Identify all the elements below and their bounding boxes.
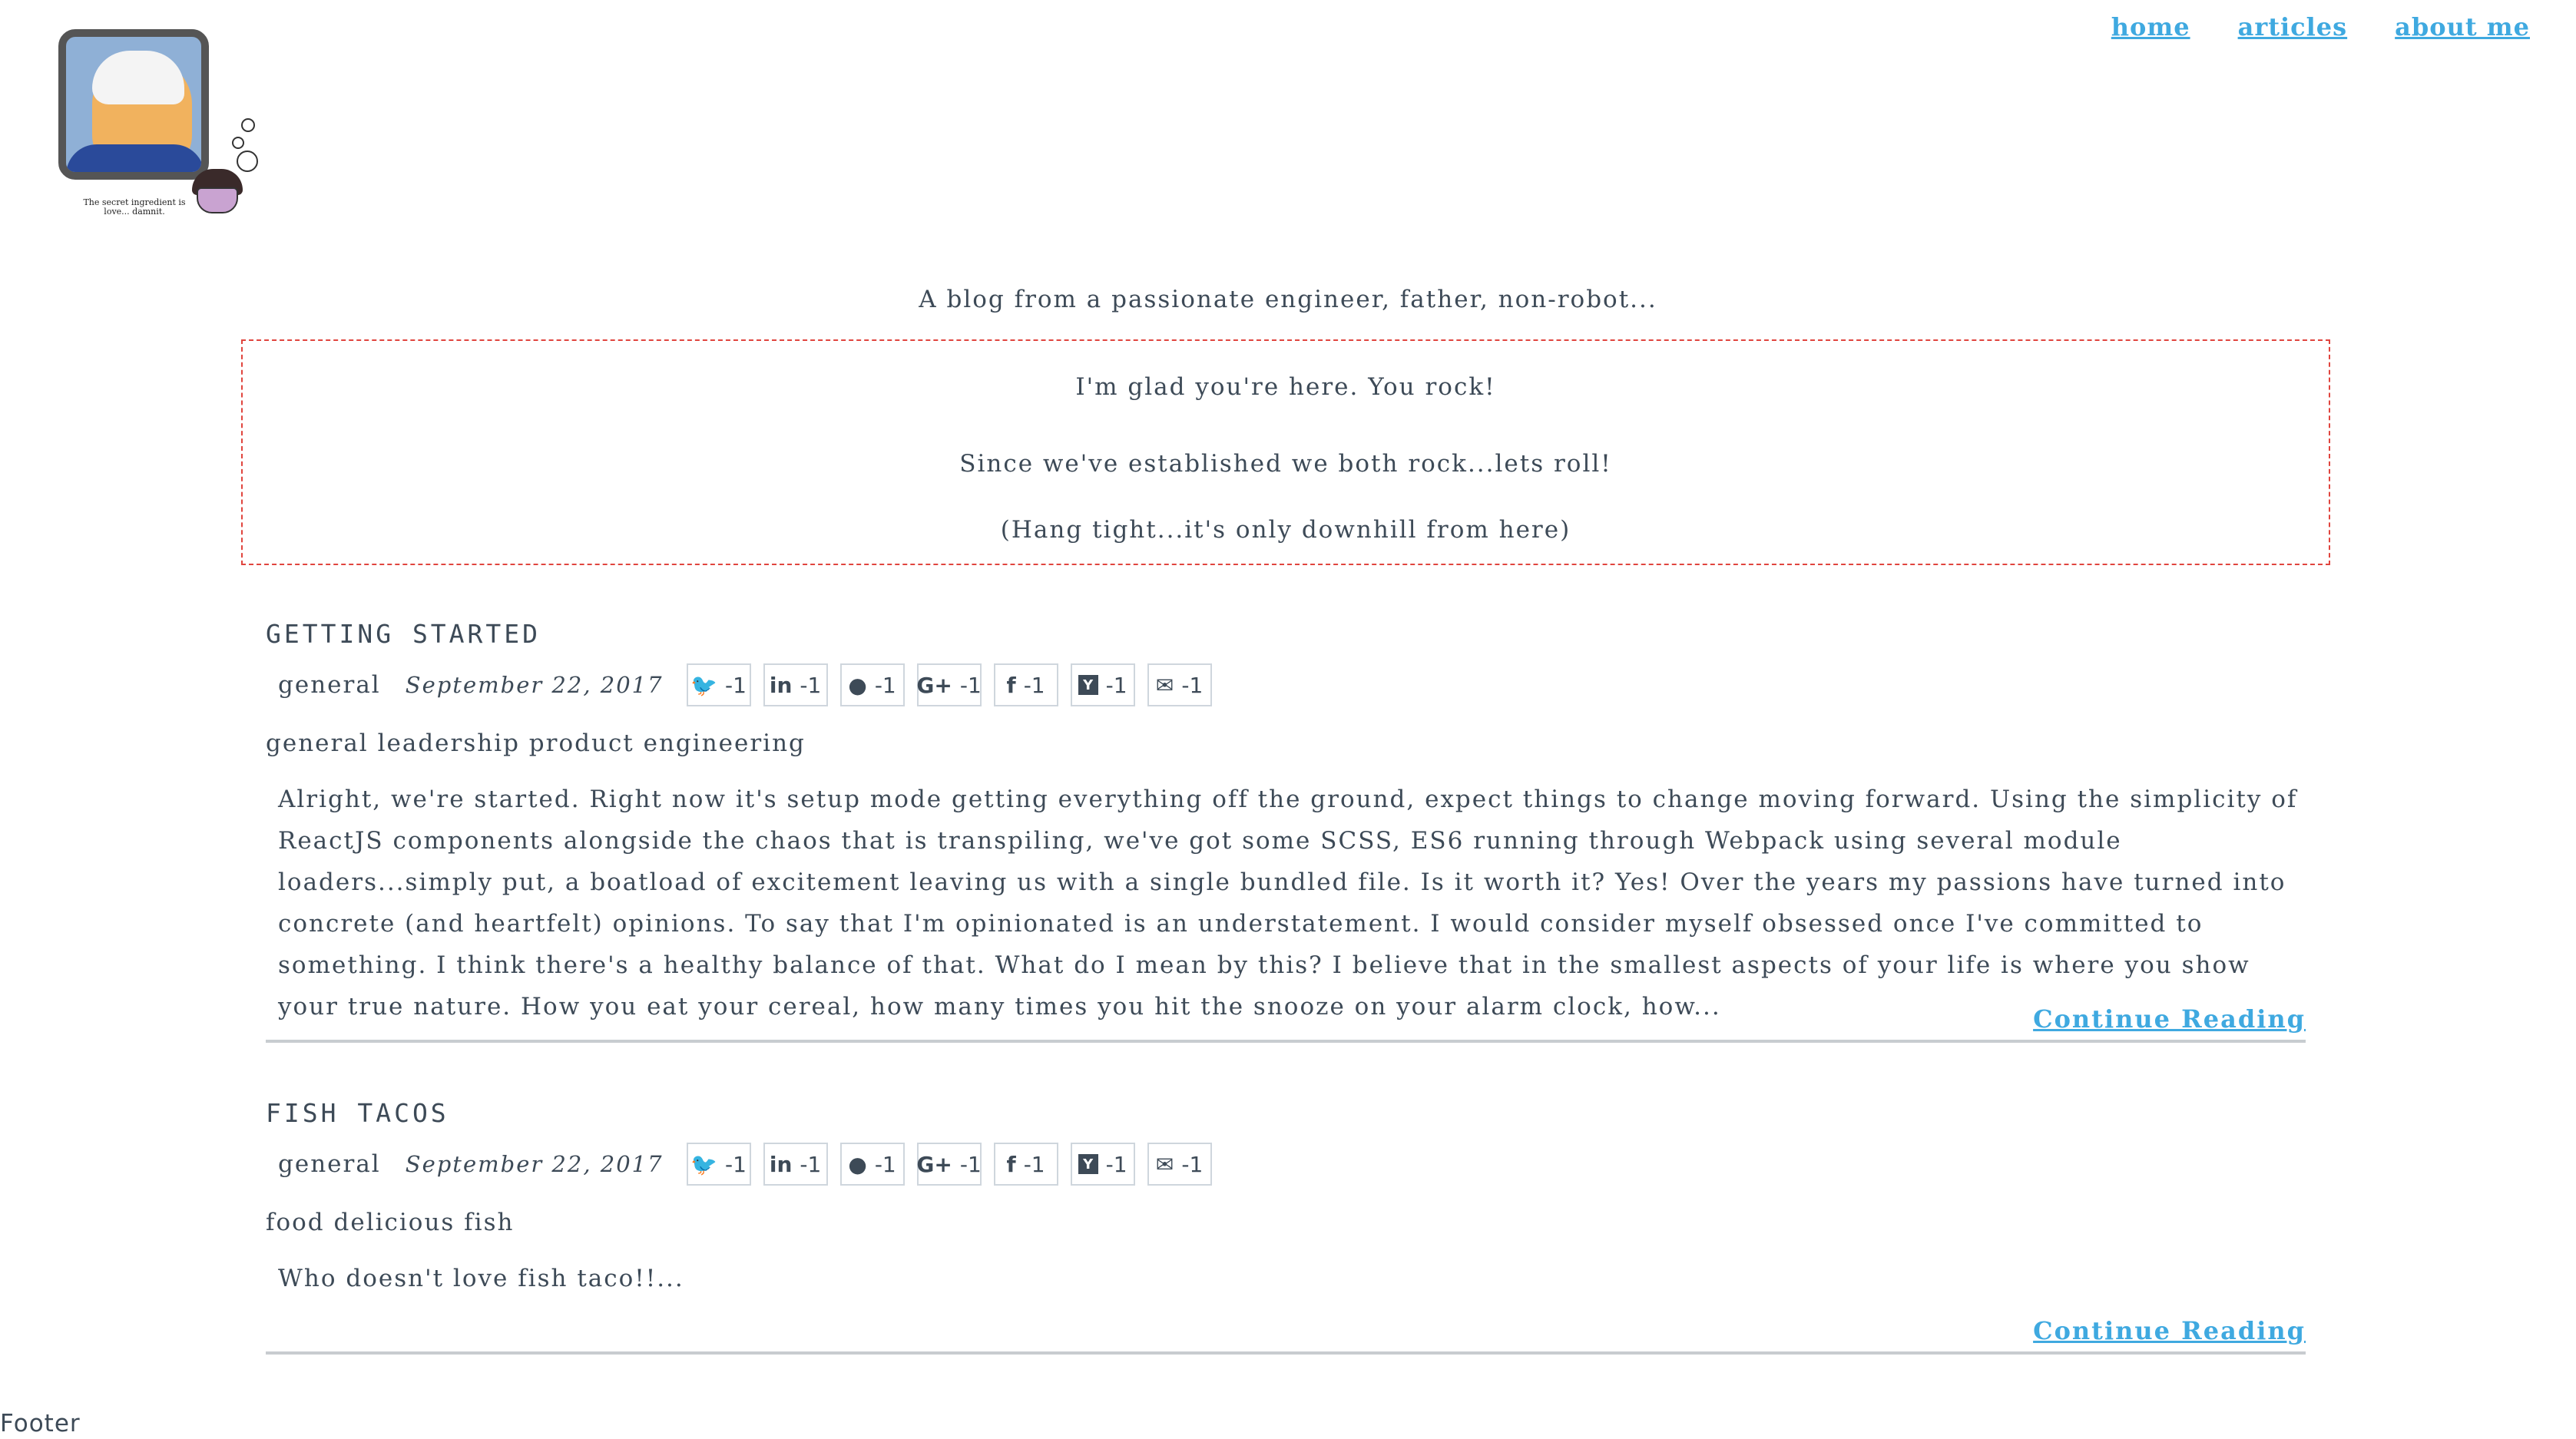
post-category[interactable]: general xyxy=(278,671,381,699)
twitter-icon: 🐦 xyxy=(690,1151,718,1177)
muffin-icon xyxy=(192,169,243,215)
linkedin-icon: in xyxy=(769,672,793,698)
share-buttons: 🐦 -1 in -1 ● -1 G+ -1 f -1 Y -1 ✉ -1 xyxy=(686,1143,1212,1186)
twitter-icon: 🐦 xyxy=(690,672,718,698)
post-date: September 22, 2017 xyxy=(405,1151,664,1177)
post-title[interactable]: FISH TACOS xyxy=(266,1098,449,1128)
share-count: -1 xyxy=(1181,1151,1204,1177)
email-icon: ✉ xyxy=(1155,672,1174,698)
share-linkedin-button[interactable]: in -1 xyxy=(763,1143,828,1186)
post-excerpt: Who doesn't love fish taco!!... xyxy=(278,1265,684,1292)
reddit-icon: ● xyxy=(848,672,867,698)
hacker-news-icon: Y xyxy=(1078,1154,1098,1174)
share-count: -1 xyxy=(1023,1151,1045,1177)
share-count: -1 xyxy=(1181,672,1204,698)
post-meta: general September 22, 2017 🐦 -1 in -1 ● -1 … xyxy=(278,663,1212,706)
share-google-plus-button[interactable]: G+ -1 xyxy=(916,663,982,706)
welcome-box: I'm glad you're here. You rock! Since we… xyxy=(241,339,2330,565)
logo-portrait xyxy=(58,29,209,180)
bubble-icon xyxy=(232,137,244,149)
share-count: -1 xyxy=(725,1151,747,1177)
reddit-icon: ● xyxy=(848,1151,867,1177)
share-facebook-button[interactable]: f -1 xyxy=(993,1143,1058,1186)
logo-hair xyxy=(92,51,184,104)
page-footer: Footer xyxy=(0,1410,81,1437)
share-google-plus-button[interactable]: G+ -1 xyxy=(916,1143,982,1186)
welcome-line-3: (Hang tight...it's only downhill from he… xyxy=(1000,516,1571,544)
share-count: -1 xyxy=(1105,1151,1127,1177)
post-divider xyxy=(266,1351,2306,1355)
post-tags: food delicious fish xyxy=(266,1209,515,1236)
share-linkedin-button[interactable]: in -1 xyxy=(763,663,828,706)
share-twitter-button[interactable]: 🐦 -1 xyxy=(686,1143,751,1186)
share-buttons: 🐦 -1 in -1 ● -1 G+ -1 f -1 Y -1 ✉ -1 xyxy=(686,663,1212,706)
share-email-button[interactable]: ✉ -1 xyxy=(1147,663,1212,706)
welcome-line-2: Since we've established we both rock...l… xyxy=(959,450,1612,478)
continue-reading-link[interactable]: Continue Reading xyxy=(2033,1316,2306,1345)
hacker-news-icon: Y xyxy=(1078,675,1098,695)
share-reddit-button[interactable]: ● -1 xyxy=(839,1143,905,1186)
nav-articles-link[interactable]: articles xyxy=(2238,12,2348,41)
share-count: -1 xyxy=(1105,672,1127,698)
share-twitter-button[interactable]: 🐦 -1 xyxy=(686,663,751,706)
share-email-button[interactable]: ✉ -1 xyxy=(1147,1143,1212,1186)
google-plus-icon: G+ xyxy=(916,1151,952,1177)
facebook-icon: f xyxy=(1006,1151,1016,1177)
post-tags: general leadership product engineering xyxy=(266,729,806,757)
nav-about-link[interactable]: about me xyxy=(2395,12,2530,41)
facebook-icon: f xyxy=(1006,672,1016,698)
share-count: -1 xyxy=(725,672,747,698)
logo-caption: The secret ingredient is love... damnit. xyxy=(83,197,186,217)
post-meta: general September 22, 2017 🐦 -1 in -1 ● -1 … xyxy=(278,1143,1212,1186)
email-icon: ✉ xyxy=(1155,1151,1174,1177)
nav-home-link[interactable]: home xyxy=(2111,12,2190,41)
share-hacker-news-button[interactable]: Y -1 xyxy=(1070,663,1135,706)
bubble-icon xyxy=(241,118,255,132)
google-plus-icon: G+ xyxy=(916,672,952,698)
site-tagline: A blog from a passionate engineer, fathe… xyxy=(919,286,1657,313)
site-logo[interactable]: The secret ingredient is love... damnit. xyxy=(46,23,269,230)
share-reddit-button[interactable]: ● -1 xyxy=(839,663,905,706)
share-count: -1 xyxy=(874,672,896,698)
share-hacker-news-button[interactable]: Y -1 xyxy=(1070,1143,1135,1186)
share-count: -1 xyxy=(800,672,822,698)
share-count: -1 xyxy=(959,1151,982,1177)
bubble-icon xyxy=(237,151,258,172)
linkedin-icon: in xyxy=(769,1151,793,1177)
post-excerpt: Alright, we're started. Right now it's s… xyxy=(278,786,2298,1021)
continue-reading-link[interactable]: Continue Reading xyxy=(2033,1004,2306,1034)
share-facebook-button[interactable]: f -1 xyxy=(993,663,1058,706)
post-category[interactable]: general xyxy=(278,1150,381,1178)
share-count: -1 xyxy=(800,1151,822,1177)
logo-shirt xyxy=(66,144,201,172)
post-card: FISH TACOS general September 22, 2017 🐦 -… xyxy=(266,1098,2306,1364)
main-nav: home articles about me xyxy=(2111,12,2530,41)
welcome-line-1: I'm glad you're here. You rock! xyxy=(1075,373,1496,401)
post-date: September 22, 2017 xyxy=(405,672,664,698)
post-divider xyxy=(266,1040,2306,1043)
post-card: GETTING STARTED general September 22, 20… xyxy=(266,619,2306,1046)
post-title[interactable]: GETTING STARTED xyxy=(266,619,541,649)
share-count: -1 xyxy=(959,672,982,698)
share-count: -1 xyxy=(1023,672,1045,698)
share-count: -1 xyxy=(874,1151,896,1177)
